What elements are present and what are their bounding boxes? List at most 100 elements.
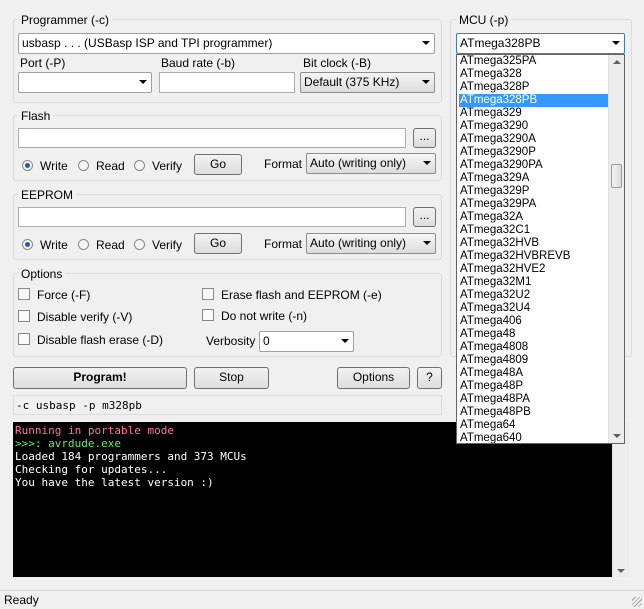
arrow-up-icon [613,60,621,64]
mcu-option[interactable]: ATmega329A [459,172,608,185]
console-line: Running in portable mode [15,424,174,437]
command-line: -c usbasp -p m328pb [13,395,442,415]
bit-clock-select-value: Default (375 KHz) [304,75,400,89]
flash-go-button[interactable]: Go [194,154,242,175]
flash-file-input[interactable] [18,128,406,148]
mcu-option[interactable]: ATmega406 [459,315,608,328]
console-scrollbar[interactable] [612,422,629,577]
mcu-option[interactable]: ATmega640 [459,432,608,443]
mcu-dropdown-list[interactable]: ATmega325PA ATmega328 ATmega328P ATmega3… [456,54,625,444]
no-write-checkbox[interactable] [202,309,214,321]
mcu-option[interactable]: ATmega328P [459,81,608,94]
flash-read-radio[interactable] [78,160,89,171]
port-select[interactable] [18,72,152,93]
mcu-option[interactable]: ATmega325PA [459,55,608,68]
console-line: >>>: avrdude.exe [15,437,121,450]
mcu-option[interactable]: ATmega48A [459,367,608,380]
mcu-option[interactable]: ATmega3290 [459,120,608,133]
flash-format-value: Auto (writing only) [310,156,407,170]
mcu-option[interactable]: ATmega3290P [459,146,608,159]
arrow-down-icon [617,569,625,573]
mcu-option[interactable]: ATmega4808 [459,341,608,354]
mcu-option[interactable]: ATmega32A [459,211,608,224]
no-write-label: Do not write (-n) [221,309,308,323]
eeprom-title: EEPROM [18,188,77,202]
mcu-select[interactable]: ATmega328PB [456,33,625,54]
mcu-option[interactable]: ATmega32C1 [459,224,608,237]
eeprom-format-select[interactable]: Auto (writing only) [306,233,436,254]
verbosity-select[interactable]: 0 [259,331,354,352]
mcu-option[interactable]: ATmega32U4 [459,302,608,315]
scroll-thumb[interactable] [611,164,622,188]
flash-title: Flash [18,109,54,123]
eeprom-file-input[interactable] [18,207,406,227]
programmer-select[interactable]: usbasp . . . (USBasp ISP and TPI program… [18,33,435,54]
flash-write-radio[interactable] [22,160,33,171]
disable-verify-checkbox[interactable] [18,310,30,322]
mcu-option[interactable]: ATmega48P [459,380,608,393]
chevron-down-icon [422,80,430,84]
mcu-option[interactable]: ATmega48 [459,328,608,341]
status-text: Ready [4,593,39,607]
flash-format-label: Format [264,157,303,171]
force-checkbox[interactable] [18,288,30,300]
mcu-option[interactable]: ATmega328 [459,68,608,81]
eeprom-write-radio[interactable] [22,239,33,250]
verbosity-value: 0 [263,334,270,348]
baud-rate-label: Baud rate (-b) [161,56,236,70]
mcu-title: MCU (-p) [456,13,512,27]
mcu-option[interactable]: ATmega329P [459,185,608,198]
eeprom-write-label: Write [40,238,68,252]
mcu-option[interactable]: ATmega329PA [459,198,608,211]
flash-write-label: Write [40,159,68,173]
mcu-option[interactable]: ATmega48PA [459,393,608,406]
mcu-dropdown-scrollbar[interactable] [608,55,624,443]
erase-label: Erase flash and EEPROM (-e) [221,288,382,302]
mcu-option[interactable]: ATmega48PB [459,406,608,419]
help-button[interactable]: ? [417,367,442,389]
console-output: Running in portable mode >>>: avrdude.ex… [13,422,612,577]
options-button[interactable]: Options [337,367,410,389]
command-text: -c usbasp -p m328pb [16,399,142,412]
eeprom-read-radio[interactable] [78,239,89,250]
mcu-option-selected[interactable]: ATmega328PB [459,94,608,107]
eeprom-go-button[interactable]: Go [194,233,242,254]
programmer-title: Programmer (-c) [18,13,113,27]
mcu-option[interactable]: ATmega64 [459,419,608,432]
baud-rate-input[interactable] [159,72,295,93]
status-bar: Ready [0,590,644,609]
erase-checkbox[interactable] [202,288,214,300]
chevron-down-icon [422,41,430,45]
mcu-option[interactable]: ATmega329 [459,107,608,120]
disable-flash-erase-checkbox[interactable] [18,333,30,345]
flash-browse-button[interactable]: ... [413,128,436,148]
resize-grip-icon[interactable] [632,597,642,607]
chevron-down-icon [139,80,147,84]
mcu-option[interactable]: ATmega32HVB [459,237,608,250]
eeprom-verify-radio[interactable] [134,239,145,250]
mcu-option[interactable]: ATmega32HVBREVB [459,250,608,263]
console-line: You have the latest version :) [15,476,214,489]
arrow-down-icon [613,434,621,438]
stop-button[interactable]: Stop [194,367,269,389]
mcu-option[interactable]: ATmega3290PA [459,159,608,172]
mcu-option[interactable]: ATmega32U2 [459,289,608,302]
flash-format-select[interactable]: Auto (writing only) [306,153,436,174]
chevron-down-icon [341,339,349,343]
mcu-option[interactable]: ATmega32M1 [459,276,608,289]
flash-read-label: Read [96,159,125,173]
eeprom-verify-label: Verify [152,238,183,252]
options-title: Options [18,267,66,281]
bit-clock-select[interactable]: Default (375 KHz) [300,72,435,93]
eeprom-browse-button[interactable]: ... [413,207,436,227]
eeprom-format-label: Format [264,237,303,251]
disable-flash-erase-label: Disable flash erase (-D) [37,333,164,347]
bit-clock-label: Bit clock (-B) [303,56,372,70]
flash-verify-radio[interactable] [134,160,145,171]
mcu-option[interactable]: ATmega3290A [459,133,608,146]
program-button[interactable]: Program! [13,367,187,389]
flash-verify-label: Verify [152,159,183,173]
mcu-option[interactable]: ATmega32HVE2 [459,263,608,276]
eeprom-format-value: Auto (writing only) [310,236,407,250]
mcu-option[interactable]: ATmega4809 [459,354,608,367]
